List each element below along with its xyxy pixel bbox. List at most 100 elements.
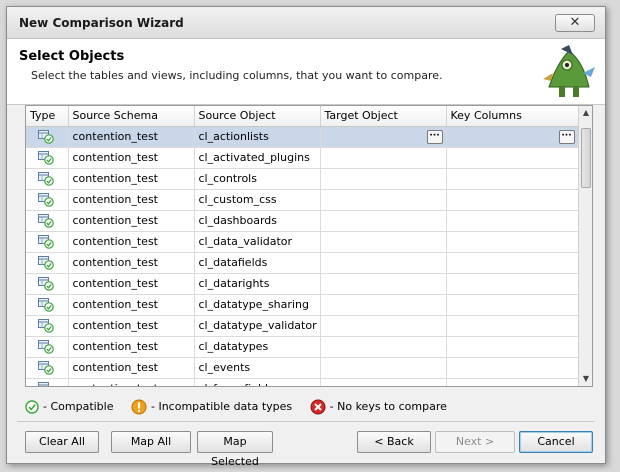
objects-table: Type Source Schema Source Object Target … (26, 106, 579, 386)
scroll-up-icon[interactable]: ▲ (579, 106, 592, 120)
source-object-cell[interactable]: cl_datafields (194, 252, 321, 274)
table-row[interactable]: contention_test cl_datatype_validator (26, 315, 579, 337)
source-object-cell[interactable]: cl_actionlists (194, 126, 321, 148)
source-object-cell[interactable]: cl_datarights (194, 273, 321, 295)
scrollbar-thumb[interactable] (581, 128, 591, 188)
key-columns-cell[interactable] (446, 273, 579, 295)
wizard-mascot-icon (543, 45, 595, 97)
legend-no-keys-label: - No keys to compare (329, 400, 447, 413)
table-compatible-icon (38, 192, 54, 207)
vertical-scrollbar[interactable]: ▲ ▼ (578, 106, 592, 386)
window-title: New Comparison Wizard (19, 16, 184, 30)
key-columns-cell[interactable] (446, 378, 579, 386)
table-row[interactable]: contention_test cl_datafields (26, 252, 579, 274)
key-columns-cell[interactable] (446, 336, 579, 358)
target-object-cell[interactable] (320, 294, 447, 316)
source-schema-cell[interactable]: contention_test (68, 294, 195, 316)
key-columns-cell[interactable] (446, 231, 579, 253)
source-schema-cell[interactable]: contention_test (68, 378, 195, 386)
source-object-cell[interactable]: cl_activated_plugins (194, 147, 321, 169)
source-schema-cell[interactable]: contention_test (68, 126, 195, 148)
target-object-cell[interactable] (320, 357, 447, 379)
source-schema-cell[interactable]: contention_test (68, 336, 195, 358)
table-row[interactable]: contention_test cl_data_validator (26, 231, 579, 253)
table-row[interactable]: contention_test cl_datatypes (26, 336, 579, 358)
table-row[interactable]: contention_testcl_form_fields (26, 378, 579, 386)
column-header-source-schema[interactable]: Source Schema (68, 106, 195, 127)
scroll-down-icon[interactable]: ▼ (579, 372, 592, 386)
source-object-cell[interactable]: cl_data_validator (194, 231, 321, 253)
source-schema-cell[interactable]: contention_test (68, 252, 195, 274)
target-object-cell[interactable] (320, 168, 447, 190)
source-object-cell[interactable]: cl_datatype_sharing (194, 294, 321, 316)
table-compatible-icon (38, 276, 54, 291)
key-columns-cell[interactable] (446, 315, 579, 337)
next-button[interactable]: Next > (435, 431, 515, 453)
key-columns-cell[interactable] (446, 189, 579, 211)
column-header-type[interactable]: Type (26, 106, 69, 127)
close-button[interactable]: ✕ (555, 14, 595, 32)
target-object-cell[interactable] (320, 231, 447, 253)
target-object-cell[interactable] (320, 273, 447, 295)
source-schema-cell[interactable]: contention_test (68, 273, 195, 295)
map-all-button[interactable]: Map All (111, 431, 191, 453)
key-columns-browse-button[interactable]: ··· (558, 129, 575, 144)
source-schema-cell[interactable]: contention_test (68, 210, 195, 232)
key-columns-cell[interactable] (446, 210, 579, 232)
target-object-cell[interactable] (320, 315, 447, 337)
source-object-cell[interactable]: cl_datatypes (194, 336, 321, 358)
table-row[interactable]: contention_test cl_custom_css (26, 189, 579, 211)
table-row[interactable]: contention_test cl_activated_plugins (26, 147, 579, 169)
source-schema-cell[interactable]: contention_test (68, 357, 195, 379)
target-object-cell[interactable] (320, 252, 447, 274)
legend: - Compatible - Incompatible data types -… (25, 399, 461, 417)
cancel-button[interactable]: Cancel (519, 431, 593, 453)
source-object-cell[interactable]: cl_dashboards (194, 210, 321, 232)
source-schema-cell[interactable]: contention_test (68, 147, 195, 169)
table-row[interactable]: contention_test cl_actionlists ··· ··· (26, 126, 579, 148)
key-columns-cell[interactable] (446, 168, 579, 190)
source-schema-cell[interactable]: contention_test (68, 168, 195, 190)
target-object-cell[interactable] (320, 336, 447, 358)
target-object-cell[interactable] (320, 189, 447, 211)
source-schema-cell[interactable]: contention_test (68, 315, 195, 337)
column-header-target-object[interactable]: Target Object (320, 106, 447, 127)
source-schema-cell[interactable]: contention_test (68, 189, 195, 211)
legend-incompatible: - Incompatible data types (131, 399, 292, 415)
page-title: Select Objects (19, 49, 125, 64)
source-schema-cell[interactable]: contention_test (68, 231, 195, 253)
error-x-icon (310, 399, 326, 415)
target-object-cell[interactable] (320, 378, 447, 386)
map-selected-button[interactable]: Map Selected (197, 431, 273, 468)
key-columns-cell[interactable] (446, 357, 579, 379)
back-button[interactable]: < Back (357, 431, 431, 453)
source-object-cell[interactable]: cl_custom_css (194, 189, 321, 211)
table-compatible-icon (38, 150, 54, 165)
key-columns-cell[interactable] (446, 294, 579, 316)
clear-all-button[interactable]: Clear All (25, 431, 99, 453)
type-cell (26, 357, 69, 379)
source-object-cell[interactable]: cl_controls (194, 168, 321, 190)
table-row[interactable]: contention_test cl_events (26, 357, 579, 379)
key-columns-cell[interactable] (446, 147, 579, 169)
column-header-source-object[interactable]: Source Object (194, 106, 321, 127)
table-row[interactable]: contention_test cl_controls (26, 168, 579, 190)
source-object-cell[interactable]: cl_events (194, 357, 321, 379)
table-row[interactable]: contention_test cl_dashboards (26, 210, 579, 232)
objects-grid[interactable]: Type Source Schema Source Object Target … (25, 105, 593, 387)
source-object-cell[interactable]: cl_form_fields (194, 378, 321, 386)
table-row[interactable]: contention_test cl_datarights (26, 273, 579, 295)
target-object-cell[interactable]: ··· (320, 126, 447, 148)
type-cell (26, 231, 69, 253)
target-object-cell[interactable] (320, 210, 447, 232)
target-object-cell[interactable] (320, 147, 447, 169)
key-columns-cell[interactable]: ··· (446, 126, 579, 148)
type-cell (26, 147, 69, 169)
source-object-cell[interactable]: cl_datatype_validator (194, 315, 321, 337)
table-row[interactable]: contention_test cl_datatype_sharing (26, 294, 579, 316)
column-header-key-columns[interactable]: Key Columns (446, 106, 579, 127)
type-cell (26, 126, 69, 148)
key-columns-cell[interactable] (446, 252, 579, 274)
target-object-browse-button[interactable]: ··· (426, 129, 443, 144)
legend-incompatible-label: - Incompatible data types (151, 400, 293, 413)
